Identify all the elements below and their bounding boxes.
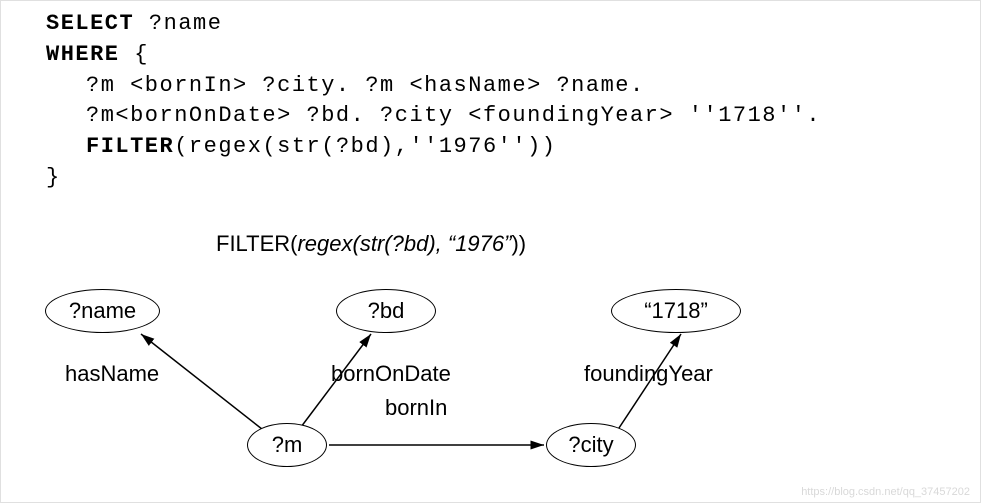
node-bd-label: ?bd (368, 298, 405, 324)
graph-edges (1, 1, 981, 504)
edge-label-foundingYear: foundingYear (584, 361, 713, 387)
node-m-label: ?m (272, 432, 303, 458)
node-bd: ?bd (336, 289, 436, 333)
watermark: https://blog.csdn.net/qq_37457202 (801, 486, 970, 498)
node-name: ?name (45, 289, 160, 333)
node-city: ?city (546, 423, 636, 467)
edge-label-bornIn: bornIn (385, 395, 447, 421)
edge-label-bornOnDate: bornOnDate (331, 361, 451, 387)
edge-label-hasName: hasName (65, 361, 159, 387)
node-city-label: ?city (568, 432, 613, 458)
node-m: ?m (247, 423, 327, 467)
node-name-label: ?name (69, 298, 136, 324)
node-1718-label: “1718” (644, 298, 708, 324)
node-1718: “1718” (611, 289, 741, 333)
edge-hasName (141, 334, 267, 433)
